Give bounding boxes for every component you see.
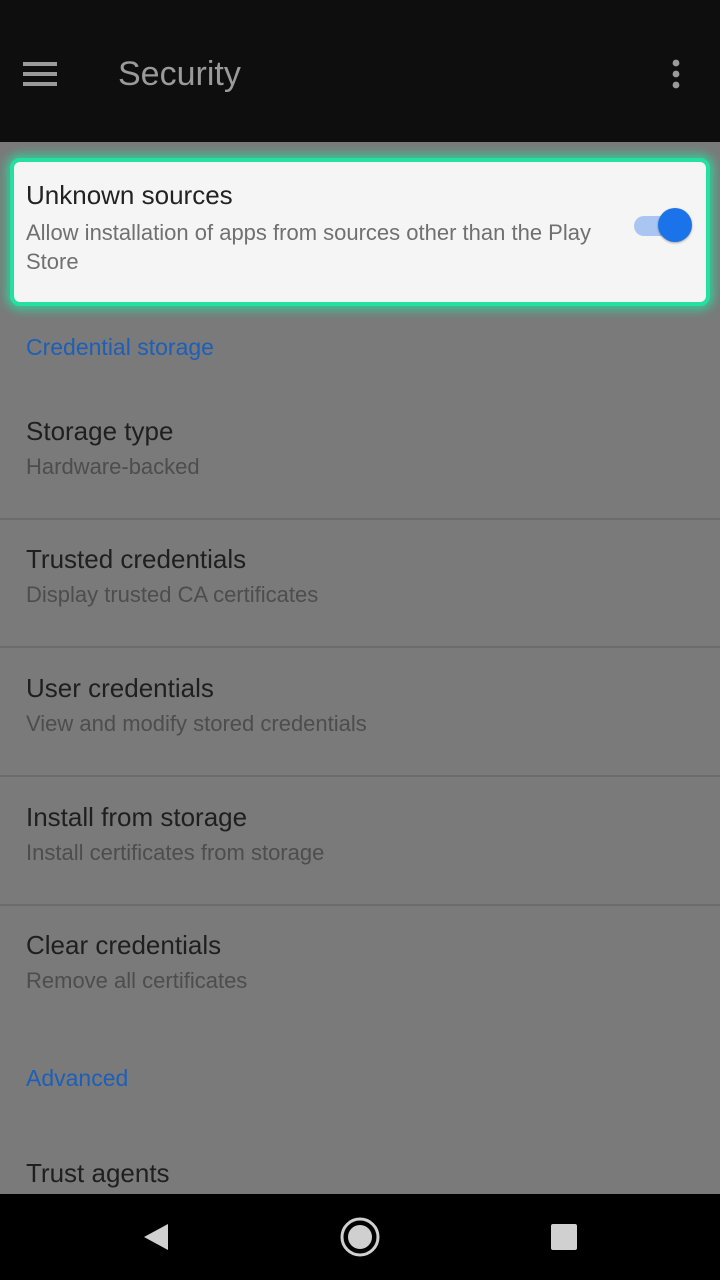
menu-button[interactable] xyxy=(10,44,70,104)
hamburger-menu-icon xyxy=(23,62,57,86)
section-header-credential-storage: Credential storage xyxy=(26,334,214,360)
back-button[interactable] xyxy=(126,1207,186,1267)
list-item-summary: Install certificates from storage xyxy=(26,840,325,865)
section-header-advanced: Advanced xyxy=(26,1065,129,1091)
list-item-title: User credentials xyxy=(26,673,214,703)
list-item-summary: View and modify stored credentials xyxy=(26,711,367,736)
list-item-summary: Hardware-backed xyxy=(26,454,200,479)
list-item-trusted-credentials[interactable]: Trusted credentials Display trusted CA c… xyxy=(0,520,720,648)
unknown-sources-row[interactable]: Unknown sources Allow installation of ap… xyxy=(10,158,710,306)
unknown-sources-title: Unknown sources xyxy=(26,180,233,210)
navigation-bar xyxy=(0,1194,720,1280)
list-item-title: Clear credentials xyxy=(26,930,222,960)
page-title: Security xyxy=(118,55,241,93)
unknown-sources-toggle[interactable] xyxy=(630,206,694,246)
recents-square-icon xyxy=(551,1224,577,1250)
list-item-storage-type[interactable]: Storage type Hardware-backed xyxy=(0,392,720,520)
back-triangle-icon xyxy=(144,1224,168,1250)
more-vert-icon xyxy=(672,59,680,89)
unknown-sources-summary: Allow installation of apps from sources … xyxy=(26,220,591,274)
home-button[interactable] xyxy=(330,1207,390,1267)
list-item-summary: Remove all certificates xyxy=(26,968,248,993)
overflow-menu-button[interactable] xyxy=(650,44,702,104)
list-item-title: Trust agents xyxy=(26,1158,170,1188)
list-item-clear-credentials[interactable]: Clear credentials Remove all certificate… xyxy=(0,906,720,1034)
toggle-thumb xyxy=(658,208,692,242)
list-item-title: Trusted credentials xyxy=(26,544,247,574)
home-circle-icon xyxy=(340,1217,380,1257)
list-item-trust-agents[interactable]: Trust agents xyxy=(0,1134,720,1194)
list-item-install-from-storage[interactable]: Install from storage Install certificate… xyxy=(0,778,720,906)
recents-button[interactable] xyxy=(534,1207,594,1267)
list-item-title: Storage type xyxy=(26,416,174,446)
screen: Security Credential storage Storage type… xyxy=(0,0,720,1280)
list-item-title: Install from storage xyxy=(26,802,248,832)
app-bar: Security xyxy=(0,0,720,142)
list-item-user-credentials[interactable]: User credentials View and modify stored … xyxy=(0,649,720,777)
list-item-summary: Display trusted CA certificates xyxy=(26,582,319,607)
